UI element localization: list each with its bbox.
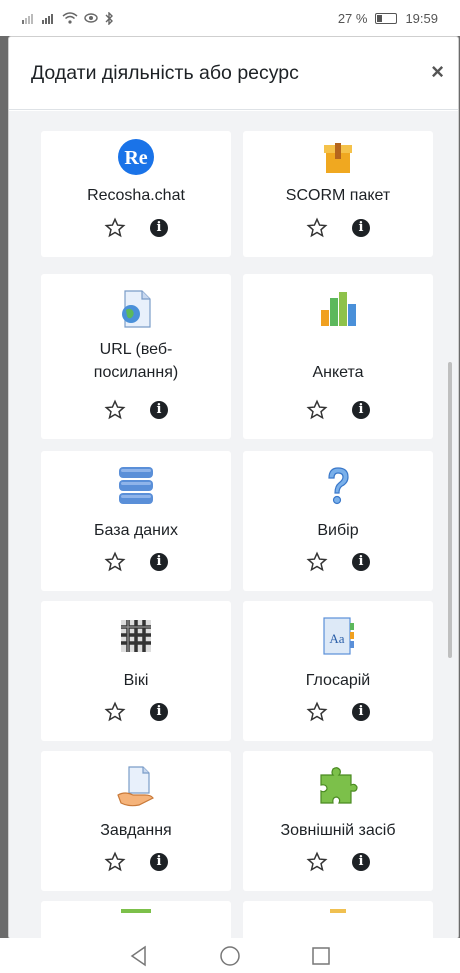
star-outline-icon[interactable]	[306, 701, 328, 723]
info-icon[interactable]: i	[352, 853, 370, 871]
activity-card-database[interactable]: База даних i	[41, 451, 231, 591]
recents-icon[interactable]	[311, 946, 331, 966]
battery-icon	[375, 12, 398, 24]
svg-text:Aa: Aa	[329, 631, 344, 646]
card-actions: i	[41, 701, 231, 723]
card-actions: i	[243, 217, 433, 239]
activity-card-feedback[interactable]: Анкета i	[243, 274, 433, 439]
status-bar: 27 % 19:59	[0, 0, 460, 36]
card-actions: i	[41, 851, 231, 873]
card-actions: i	[243, 701, 433, 723]
activity-card-glossary[interactable]: Aa Глосарій i	[243, 601, 433, 741]
info-icon[interactable]: i	[352, 401, 370, 419]
activity-card-wiki[interactable]: Вікі i	[41, 601, 231, 741]
clock: 19:59	[405, 10, 438, 26]
card-actions: i	[243, 851, 433, 873]
modal-body: Re Recosha.chat i SCORM пакет i URL (веб…	[9, 111, 458, 938]
activity-card-partial[interactable]	[41, 901, 231, 938]
star-outline-icon[interactable]	[306, 399, 328, 421]
scrollbar[interactable]	[448, 362, 452, 658]
status-icons	[22, 11, 114, 25]
bar-chart-icon	[321, 292, 356, 326]
wifi-icon	[62, 12, 78, 24]
activity-name: Зовнішній засіб	[280, 822, 396, 839]
battery-percent: 27 %	[337, 10, 368, 26]
bluetooth-icon	[105, 11, 113, 25]
signal-weak-icon	[22, 14, 33, 24]
info-icon[interactable]: i	[150, 553, 168, 571]
activity-card-scorm[interactable]: SCORM пакет i	[243, 131, 433, 257]
star-outline-icon[interactable]	[306, 217, 328, 239]
partial-icon	[121, 909, 151, 913]
card-actions: i	[41, 217, 231, 239]
card-actions: i	[41, 551, 231, 573]
info-icon[interactable]: i	[352, 219, 370, 237]
activity-name: База даних	[94, 522, 178, 539]
activity-name: Завдання	[100, 822, 172, 839]
close-button[interactable]: ×	[431, 61, 444, 83]
activity-card-url[interactable]: URL (веб- посилання) i	[41, 274, 231, 439]
modal-title: Додати діяльність або ресурс	[31, 61, 299, 84]
star-outline-icon[interactable]	[104, 551, 126, 573]
svg-text:Re: Re	[124, 147, 147, 169]
info-icon[interactable]: i	[352, 553, 370, 571]
recosha-logo-icon: Re	[118, 139, 154, 175]
back-icon[interactable]	[129, 945, 149, 967]
star-outline-icon[interactable]	[104, 701, 126, 723]
activity-name: SCORM пакет	[285, 187, 391, 204]
eye-icon	[84, 13, 98, 23]
star-outline-icon[interactable]	[306, 551, 328, 573]
status-right: 27 % 19:59	[338, 11, 438, 26]
activity-card-recosha[interactable]: Re Recosha.chat i	[41, 131, 231, 257]
info-icon[interactable]: i	[150, 853, 168, 871]
activity-name-line2: посилання)	[93, 364, 179, 381]
info-icon[interactable]: i	[150, 401, 168, 419]
star-outline-icon[interactable]	[104, 399, 126, 421]
modal-header: Додати діяльність або ресурс ×	[9, 37, 458, 110]
activity-name: Вибір	[317, 522, 359, 539]
star-outline-icon[interactable]	[104, 217, 126, 239]
add-activity-modal: Додати діяльність або ресурс × Re Recosh…	[8, 36, 459, 939]
question-mark-icon	[328, 467, 349, 505]
url-globe-icon	[122, 290, 151, 328]
card-actions: i	[41, 399, 231, 421]
activity-card-external-tool[interactable]: Зовнішній засіб i	[243, 751, 433, 891]
star-outline-icon[interactable]	[104, 851, 126, 873]
info-icon[interactable]: i	[352, 703, 370, 721]
info-icon[interactable]: i	[150, 703, 168, 721]
activity-card-assignment[interactable]: Завдання i	[41, 751, 231, 891]
activity-card-choice[interactable]: Вибір i	[243, 451, 433, 591]
activity-name-line1: URL (веб-	[99, 341, 173, 358]
database-icon	[119, 467, 153, 504]
activity-name: Глосарій	[305, 672, 371, 689]
signal-icon	[42, 14, 53, 24]
star-outline-icon[interactable]	[306, 851, 328, 873]
scorm-package-icon	[324, 143, 352, 173]
glossary-book-icon: Aa	[323, 617, 354, 655]
card-actions: i	[243, 551, 433, 573]
activity-grid: Re Recosha.chat i SCORM пакет i URL (веб…	[41, 131, 433, 938]
info-icon[interactable]: i	[150, 219, 168, 237]
android-navigation-bar	[0, 938, 460, 973]
activity-card-partial[interactable]	[243, 901, 433, 938]
wiki-icon	[121, 620, 151, 652]
partial-icon	[330, 909, 346, 913]
puzzle-icon	[320, 767, 358, 804]
assignment-hand-icon	[117, 766, 154, 807]
activity-name: Анкета	[312, 364, 364, 381]
home-icon[interactable]	[219, 945, 241, 967]
activity-name: Вікі	[123, 672, 149, 689]
activity-name: Recosha.chat	[87, 187, 185, 204]
card-actions: i	[243, 399, 433, 421]
